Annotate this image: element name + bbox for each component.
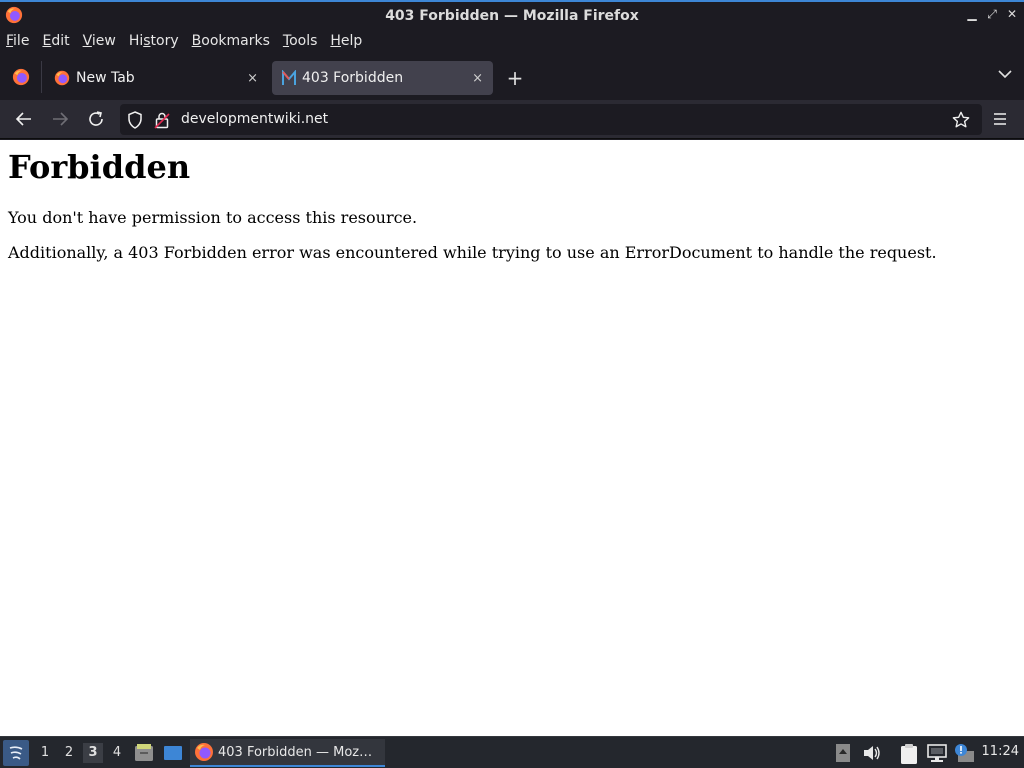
window-title: 403 Forbidden — Mozilla Firefox [385, 7, 639, 24]
site-favicon-icon [282, 70, 296, 85]
volume-icon[interactable] [862, 743, 882, 763]
maximize-icon[interactable]: ⤢ [986, 7, 998, 22]
page-content: Forbidden You don't have permission to a… [0, 140, 1024, 736]
menu-history[interactable]: History [129, 33, 179, 49]
menu-bookmarks[interactable]: Bookmarks [192, 33, 270, 49]
menu-view[interactable]: View [83, 33, 116, 49]
start-menu-button[interactable] [3, 740, 29, 766]
tab-strip: New Tab × 403 Forbidden × + [0, 53, 1024, 100]
tab-title: New Tab [76, 70, 135, 86]
firefox-icon [5, 6, 23, 24]
error-document-message: Additionally, a 403 Forbidden error was … [8, 243, 937, 262]
app-menu-icon [9, 746, 23, 760]
page-heading: Forbidden [8, 148, 191, 186]
url-bar[interactable]: developmentwiki.net [120, 104, 982, 135]
close-icon[interactable]: ✕ [1006, 7, 1018, 22]
firefox-icon [12, 68, 29, 86]
close-tab-icon[interactable]: × [247, 71, 258, 86]
reload-button[interactable] [86, 109, 106, 129]
new-tab-button[interactable]: + [506, 66, 524, 90]
network-icon[interactable] [926, 743, 948, 763]
tab-new-tab[interactable]: New Tab × [44, 61, 268, 95]
workspace-1[interactable]: 1 [35, 743, 55, 763]
hamburger-menu-icon[interactable] [993, 112, 1007, 126]
firefox-icon [54, 70, 70, 86]
menu-tools[interactable]: Tools [283, 33, 318, 49]
back-button[interactable] [14, 109, 34, 129]
arrow-left-icon [15, 112, 31, 126]
tab-title: 403 Forbidden [302, 70, 404, 86]
tab-403-forbidden[interactable]: 403 Forbidden × [272, 61, 493, 95]
chevron-down-icon[interactable] [998, 69, 1012, 79]
permission-message: You don't have permission to access this… [8, 208, 418, 227]
navigation-toolbar: developmentwiki.net [0, 100, 1024, 139]
task-firefox-window[interactable]: 403 Forbidden — Moz… [190, 739, 385, 767]
close-tab-icon[interactable]: × [472, 71, 483, 86]
workspace-3[interactable]: 3 [83, 743, 103, 763]
reload-icon [89, 111, 103, 126]
tray-expand-icon[interactable] [835, 743, 851, 763]
menu-edit[interactable]: Edit [42, 33, 69, 49]
clipboard-icon[interactable] [899, 743, 919, 765]
firefox-icon [195, 743, 213, 761]
taskbar: 1 2 3 4 403 Forbidden — Moz… 11:24 [0, 736, 1024, 768]
shield-icon[interactable] [127, 111, 143, 129]
bookmark-star-icon[interactable] [952, 111, 970, 129]
menu-bar: File Edit View History Bookmarks Tools H… [0, 29, 1024, 53]
minimize-icon[interactable]: ▁ [966, 7, 978, 22]
insecure-lock-icon[interactable] [154, 111, 170, 129]
window-titlebar[interactable]: 403 Forbidden — Mozilla Firefox ▁ ⤢ ✕ [0, 0, 1024, 29]
firefox-view-button[interactable] [0, 61, 42, 93]
file-manager-icon[interactable] [134, 743, 154, 763]
forward-button[interactable] [50, 109, 70, 129]
workspace-2[interactable]: 2 [59, 743, 79, 763]
desktop-icon[interactable] [163, 743, 183, 763]
arrow-right-icon [53, 112, 69, 126]
clock[interactable]: 11:24 [982, 744, 1019, 759]
task-label: 403 Forbidden — Moz… [218, 744, 373, 760]
url-text[interactable]: developmentwiki.net [181, 111, 328, 127]
workspace-4[interactable]: 4 [107, 743, 127, 763]
menu-help[interactable]: Help [330, 33, 362, 49]
menu-file[interactable]: File [6, 33, 29, 49]
update-notification-icon[interactable] [953, 743, 975, 763]
